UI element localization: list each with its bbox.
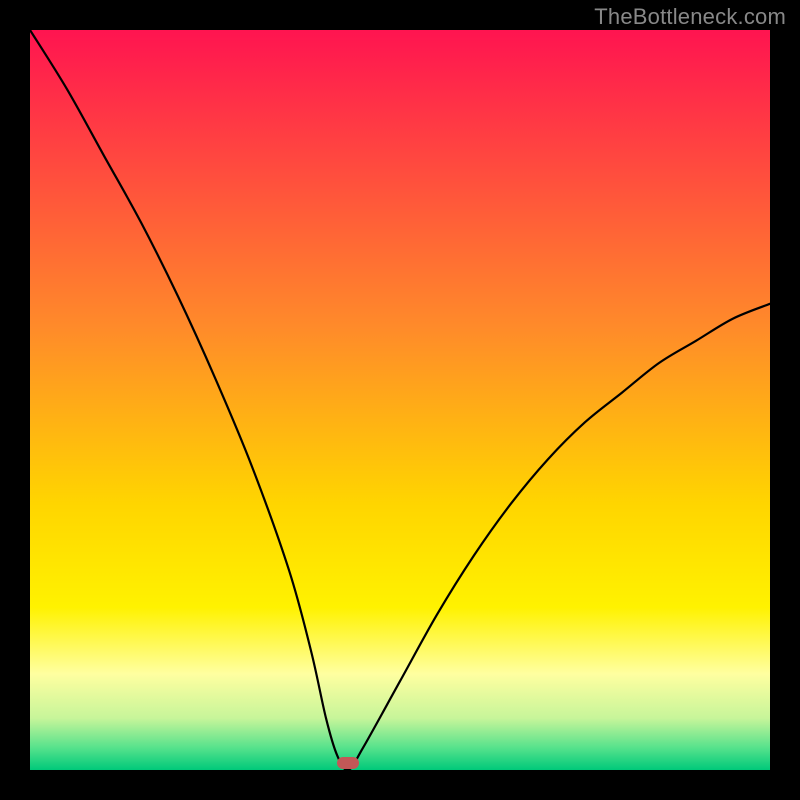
watermark-text: TheBottleneck.com bbox=[594, 4, 786, 30]
chart-frame: TheBottleneck.com bbox=[0, 0, 800, 800]
bottleneck-curve bbox=[30, 30, 770, 770]
plot-area bbox=[30, 30, 770, 770]
optimal-point-marker bbox=[337, 757, 359, 769]
